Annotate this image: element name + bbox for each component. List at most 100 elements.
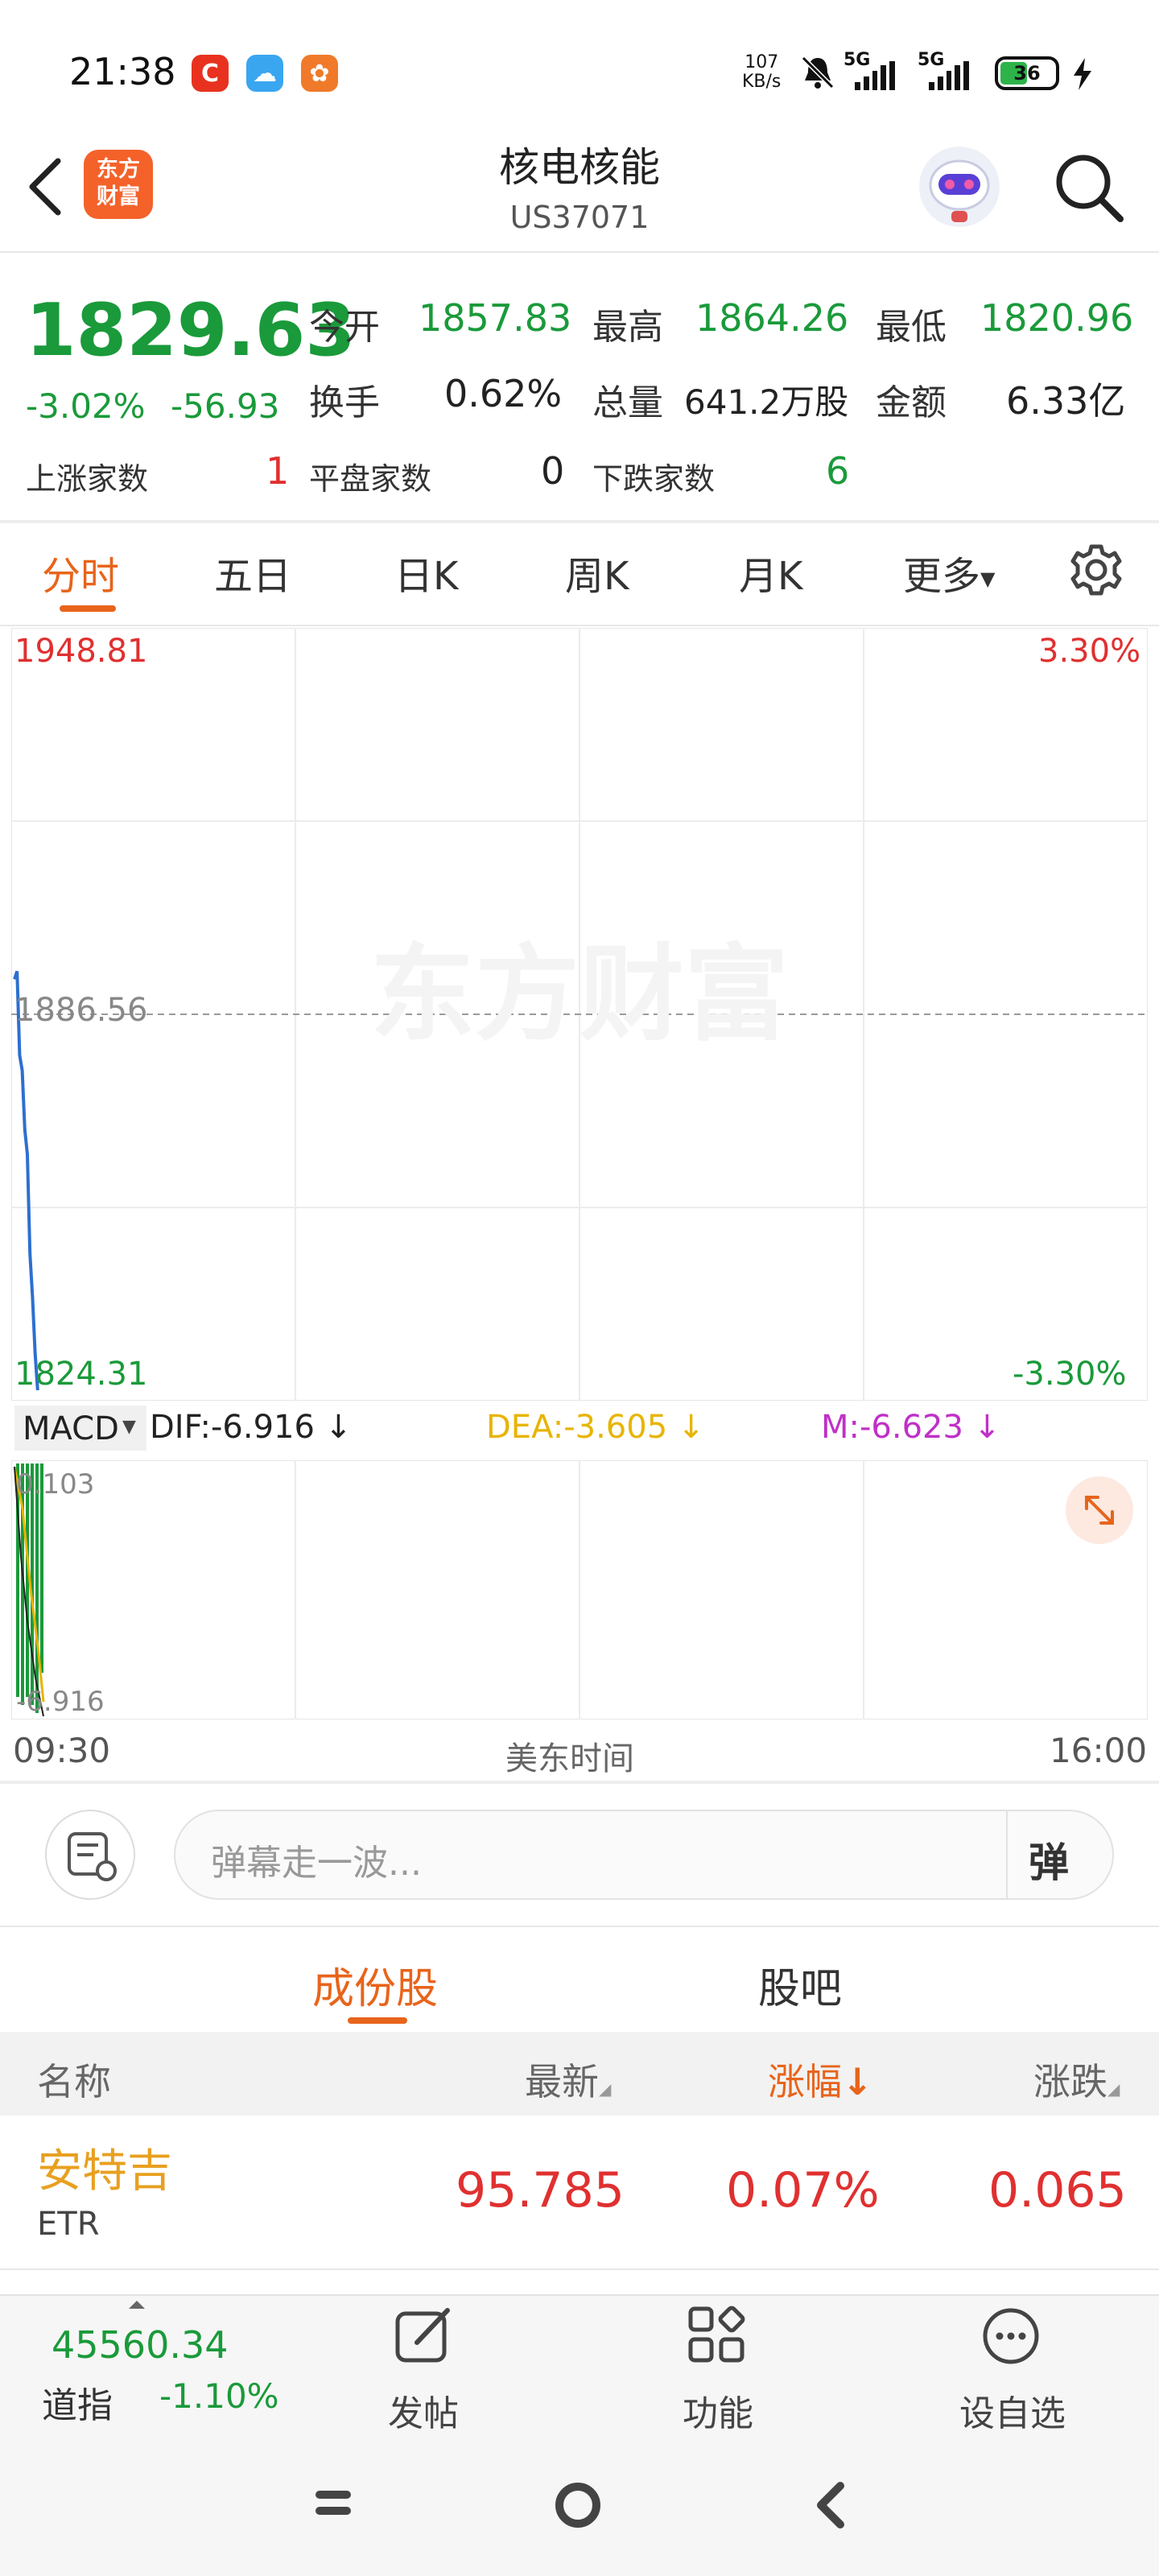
comment-list-button[interactable] [45, 1810, 135, 1900]
low-label: 最低 [876, 307, 947, 348]
dif-down-arrow-icon: ↓ [324, 1409, 353, 1446]
column-latest-label: 最新 [525, 2060, 599, 2103]
price-line [13, 970, 39, 1391]
down-count-label: 下跌家数 [592, 461, 716, 497]
sort-desc-arrow-icon: ↓ [842, 2060, 873, 2103]
down-count-value: 6 [826, 449, 850, 493]
macd-dropdown-icon: ▼ [122, 1417, 136, 1437]
net-speed-unit: KB/s [742, 72, 782, 92]
current-price: 1829.63 [26, 288, 356, 373]
column-name: 名称 [37, 2060, 111, 2103]
index-name: 道指 [42, 2385, 113, 2426]
nav-menu-icon[interactable] [311, 2481, 356, 2526]
comment-list-icon [68, 1832, 117, 1881]
danmaku-toggle-button[interactable]: 弹 [1029, 1831, 1069, 1889]
robot-assistant-icon[interactable] [916, 143, 1003, 230]
stock-name: 安特吉 [37, 2145, 172, 2198]
change-percent: -3.02% [26, 386, 146, 426]
up-count-value: 1 [266, 449, 290, 493]
mute-bell-icon [801, 56, 835, 89]
dif-label: DIF:-6.916 ↓ [150, 1409, 352, 1446]
net-speed-value: 107 [744, 52, 779, 72]
tab-more[interactable]: 更多▼ [903, 544, 995, 601]
add-watchlist-button-label[interactable]: 设自选 [959, 2384, 1066, 2436]
macd-top-value: 0.103 [16, 1468, 95, 1501]
column-latest[interactable]: 最新◢ [525, 2053, 611, 2106]
tab-daily-k[interactable]: 日K [394, 544, 458, 601]
volume-label: 总量 [592, 382, 663, 423]
input-divider [1006, 1811, 1008, 1898]
tab-monthly-k[interactable]: 月K [739, 544, 802, 601]
post-button-label[interactable]: 发帖 [388, 2384, 459, 2436]
tab-five-day[interactable]: 五日 [214, 544, 291, 601]
change-amount: -56.93 [171, 386, 280, 426]
tab-weekly-k[interactable]: 周K [565, 544, 629, 601]
status-time: 21:38 [69, 50, 176, 93]
post-icon[interactable] [393, 2304, 456, 2367]
header-divider [0, 251, 1159, 253]
stock-code: ETR [37, 2206, 100, 2243]
network-speed: 107 KB/s [742, 53, 781, 92]
amount-value: 6.33亿 [1006, 379, 1126, 423]
dropdown-caret-icon: ▼ [980, 568, 996, 590]
chart-top-percent: 3.30% [1038, 633, 1141, 670]
signal-1-icon [855, 61, 895, 90]
chart-bottom-percent: -3.30% [1013, 1356, 1127, 1393]
tab-stock-forum[interactable]: 股吧 [758, 1955, 842, 2015]
turnover-label: 换手 [309, 382, 380, 423]
tab-more-label: 更多 [903, 554, 981, 599]
quote-divider [0, 520, 1159, 523]
macd-chart[interactable] [11, 1460, 1148, 1719]
chart-divider [0, 1781, 1159, 1784]
volume-value: 641.2万股 [684, 382, 849, 422]
nav-back-icon[interactable] [808, 2479, 853, 2531]
comment-placeholder: 弹幕走一波... [211, 1843, 422, 1884]
column-change-pct-label: 涨幅 [768, 2060, 842, 2103]
macd-bottom-value: -6.916 [16, 1686, 105, 1718]
battery-level: 36 [1013, 62, 1041, 85]
watermark: 东方财富 [370, 933, 789, 1055]
stock-change: 0.065 [988, 2162, 1127, 2219]
sort-caret-icon: ◢ [599, 2079, 612, 2099]
dea-label: DEA:-3.605 ↓ [486, 1409, 704, 1446]
active-tab-indicator [60, 605, 116, 612]
search-icon[interactable] [1051, 150, 1125, 224]
intraday-price-chart[interactable]: 东方财富 [11, 628, 1148, 1401]
amount-label: 金额 [876, 382, 947, 423]
chart-bottom-price: 1824.31 [14, 1356, 148, 1393]
chart-mid-price: 1886.56 [14, 992, 148, 1029]
charging-icon [1074, 58, 1091, 90]
high-label: 最高 [592, 307, 663, 348]
nav-home-icon[interactable] [552, 2479, 604, 2531]
macd-selector[interactable]: MACD ▼ [14, 1406, 146, 1451]
time-zone-label: 美东时间 [505, 1740, 634, 1777]
index-change: -1.10% [159, 2376, 279, 2416]
macd-indicator-label: MACD [23, 1410, 119, 1447]
functions-button-label[interactable]: 功能 [683, 2384, 753, 2436]
turnover-value: 0.62% [444, 372, 563, 415]
column-change[interactable]: 涨跌◢ [1033, 2053, 1120, 2106]
sort-caret-icon: ◢ [1107, 2079, 1120, 2099]
time-start: 09:30 [13, 1731, 111, 1770]
column-change-pct[interactable]: 涨幅↓ [768, 2053, 873, 2106]
flat-count-value: 0 [541, 449, 565, 493]
cloud-app-icon: ☁ [246, 55, 283, 92]
expand-chart-button[interactable] [1066, 1476, 1133, 1544]
open-value: 1857.83 [419, 296, 572, 340]
expand-up-icon[interactable] [127, 2299, 146, 2310]
more-dots-icon[interactable] [980, 2306, 1041, 2367]
signal-2-icon [929, 61, 969, 90]
column-change-label: 涨跌 [1033, 2060, 1107, 2103]
functions-grid-icon[interactable] [686, 2304, 749, 2367]
settings-gear-icon[interactable] [1067, 541, 1125, 599]
index-value[interactable]: 45560.34 [52, 2323, 229, 2367]
tab-intraday[interactable]: 分时 [42, 544, 119, 601]
dif-value: DIF:-6.916 [150, 1409, 315, 1446]
expand-icon [1085, 1496, 1114, 1525]
c-app-icon: C [192, 55, 229, 92]
tab-constituents[interactable]: 成份股 [312, 1955, 438, 2015]
high-value: 1864.26 [695, 296, 849, 340]
dea-value: DEA:-3.605 [486, 1409, 668, 1446]
battery-icon: 36 [995, 56, 1059, 90]
up-count-label: 上涨家数 [26, 461, 149, 497]
